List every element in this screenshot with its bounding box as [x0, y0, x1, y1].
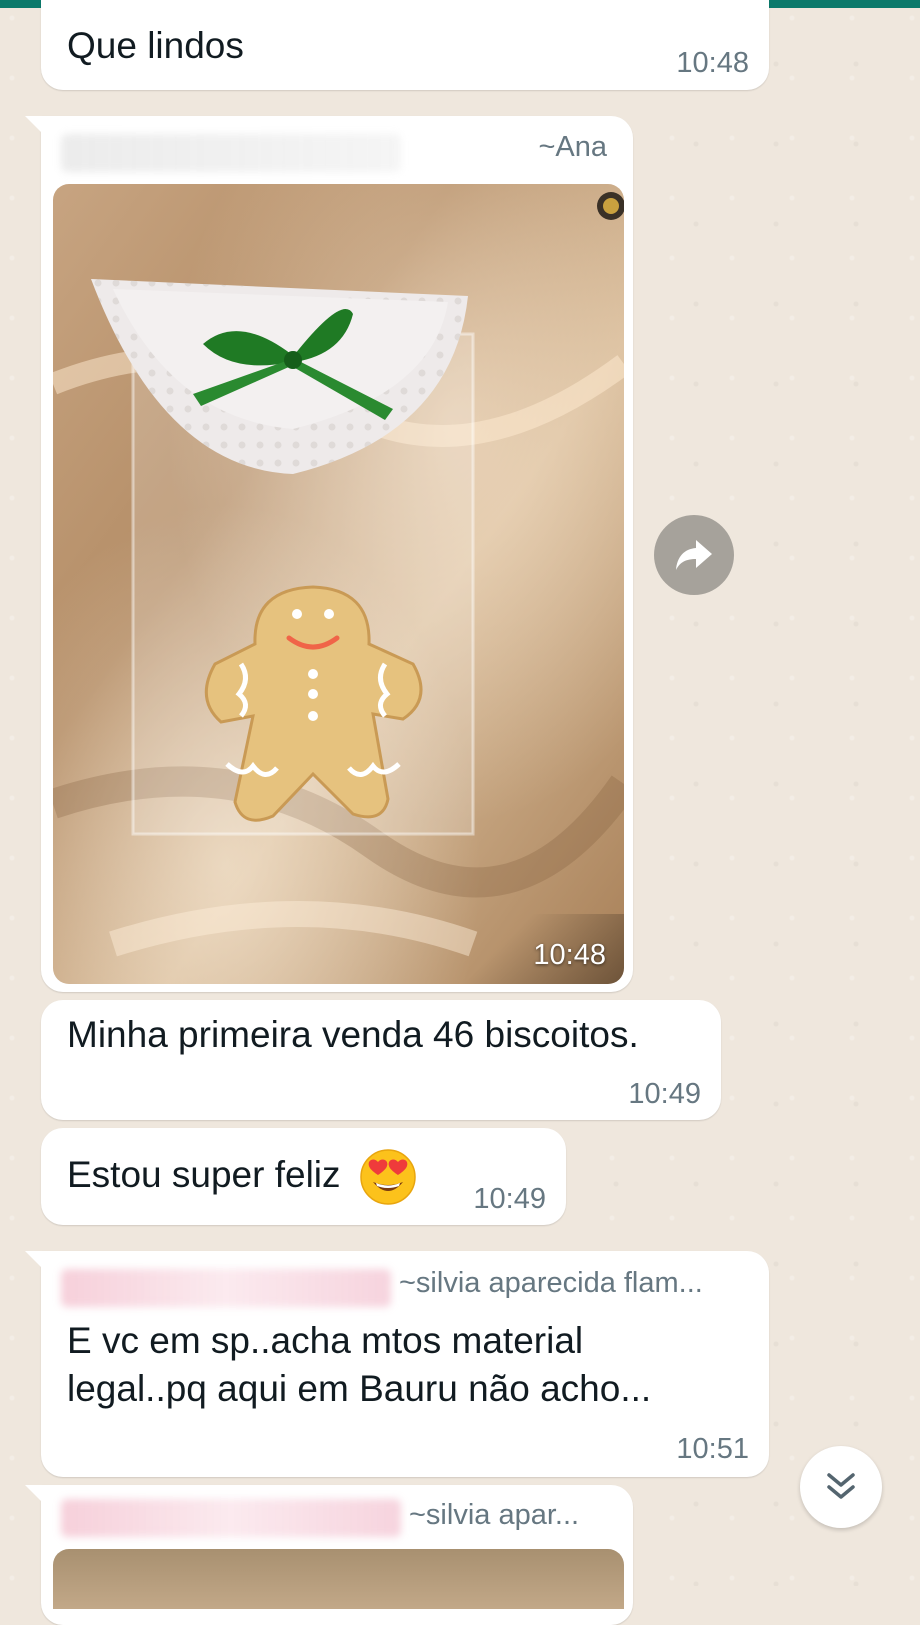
gingerbread-cookie-photo	[53, 184, 624, 984]
message-photo[interactable]: 10:48	[53, 184, 624, 984]
message-time: 10:48	[533, 939, 606, 971]
message-text-line: legal..pq aqui em Bauru não acho...	[67, 1368, 652, 1409]
sender-phone-redacted	[61, 1499, 401, 1537]
sender-name[interactable]: ~silvia apar...	[409, 1499, 579, 1532]
message-bubble[interactable]: Estou super feliz 10:49	[41, 1128, 566, 1225]
message-text: Que lindos	[67, 25, 244, 66]
message-time: 10:49	[628, 1078, 701, 1110]
message-time: 10:49	[473, 1183, 546, 1215]
image-message-bubble[interactable]: ~Ana 10:48	[25, 116, 633, 992]
sender-phone-redacted	[61, 1269, 391, 1307]
message-bubble[interactable]: Minha primeira venda 46 biscoitos. 10:49	[41, 1000, 721, 1120]
sender-name[interactable]: ~silvia aparecida flam...	[399, 1267, 703, 1300]
message-text-content: Estou super feliz	[67, 1153, 341, 1195]
forward-arrow-icon	[676, 540, 712, 570]
forward-button[interactable]	[654, 515, 734, 595]
message-bubble[interactable]: ~silvia apar...	[25, 1485, 633, 1625]
message-text-line: E vc em sp..acha mtos material	[67, 1320, 584, 1361]
sender-phone-redacted	[61, 134, 401, 172]
message-time: 10:51	[676, 1433, 749, 1465]
sender-name[interactable]: ~Ana	[538, 131, 607, 164]
message-time: 10:48	[676, 47, 749, 79]
message-bubble[interactable]: Que lindos 10:48	[41, 0, 769, 90]
double-chevron-down-icon	[827, 1473, 855, 1499]
heart-eyes-emoji	[360, 1149, 416, 1205]
scroll-to-bottom-button[interactable]	[800, 1446, 882, 1528]
message-bubble[interactable]: ~silvia aparecida flam... E vc em sp..ac…	[25, 1251, 769, 1477]
message-photo-partial[interactable]	[53, 1549, 624, 1609]
message-text: Estou super feliz	[67, 1148, 417, 1206]
message-text: Minha primeira venda 46 biscoitos.	[67, 1014, 639, 1055]
